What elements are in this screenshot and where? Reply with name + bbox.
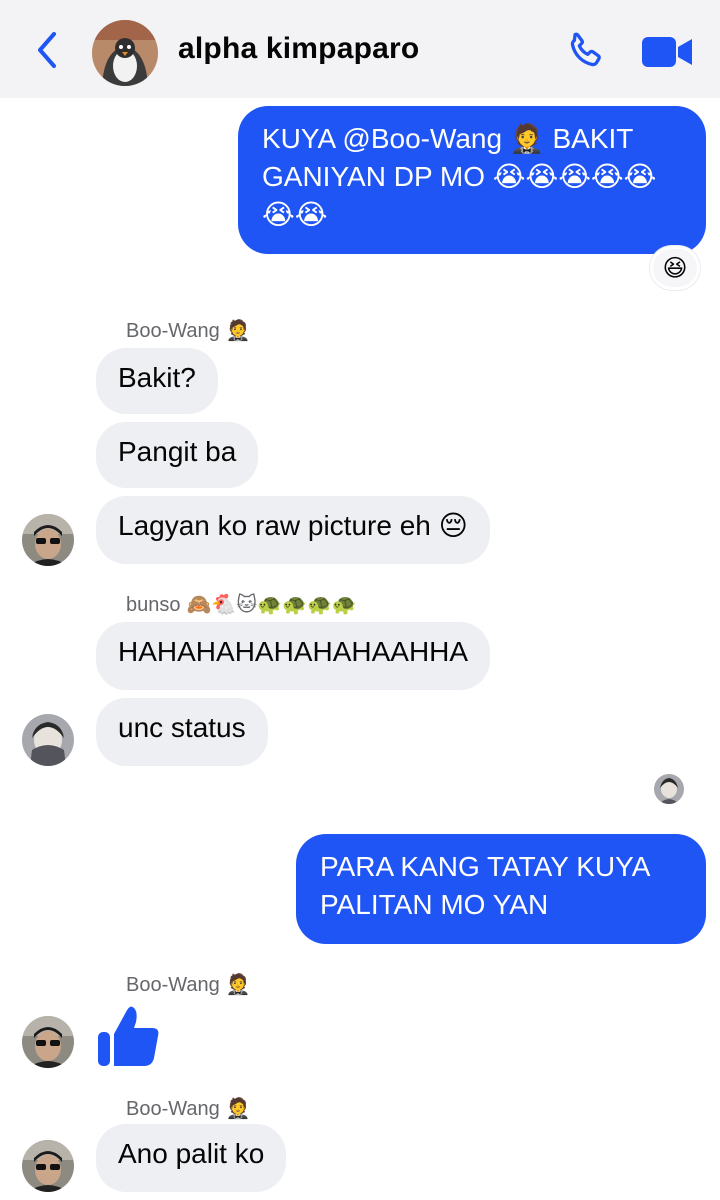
outgoing-message[interactable]: KUYA @Boo-Wang 🤵 BAKIT GANIYAN DP MO 😭😭😭…: [238, 106, 706, 254]
message-text: Pangit ba: [118, 436, 237, 467]
message-text: unc status: [118, 712, 246, 743]
sender-name: bunso: [126, 594, 181, 616]
message-text: PARA KANG TATAY KUYA PALITAN MO YAN: [320, 851, 649, 920]
chevron-left-icon[interactable]: [30, 30, 64, 70]
message-text: Bakit?: [118, 362, 196, 393]
outgoing-message[interactable]: PARA KANG TATAY KUYA PALITAN MO YAN: [296, 834, 706, 944]
message-text: Ano palit ko: [118, 1138, 265, 1169]
phone-icon[interactable]: [563, 30, 607, 74]
incoming-message[interactable]: Lagyan ko raw picture eh 😔: [96, 496, 490, 564]
incoming-message[interactable]: Pangit ba: [96, 422, 259, 488]
message-text: HAHAHAHAHAHAHAAHHA: [118, 636, 469, 667]
contact-avatar[interactable]: [92, 20, 158, 86]
sender-emoji: 🤵: [225, 1096, 251, 1120]
avatar[interactable]: [22, 1016, 74, 1068]
video-camera-icon[interactable]: [640, 33, 694, 71]
seen-avatar: [654, 774, 684, 804]
sender-label: bunso 🙈🐔🐱🐢🐢🐢🐢: [126, 592, 357, 617]
laughing-face-icon: 😆: [662, 254, 688, 282]
avatar[interactable]: [22, 1140, 74, 1192]
incoming-message[interactable]: Bakit?: [96, 348, 218, 414]
chat-header: alpha kimpaparo: [0, 0, 720, 98]
incoming-message[interactable]: Ano palit ko: [96, 1124, 287, 1192]
reaction-badge[interactable]: 😆: [650, 246, 700, 290]
avatar[interactable]: [22, 514, 74, 566]
incoming-message[interactable]: unc status: [96, 698, 268, 766]
sender-label: Boo-Wang 🤵: [126, 1096, 251, 1121]
incoming-message[interactable]: HAHAHAHAHAHAHAAHHA: [96, 622, 491, 690]
sender-emoji: 🤵: [225, 972, 251, 996]
contact-name[interactable]: alpha kimpaparo: [178, 32, 419, 66]
sender-name: Boo-Wang: [126, 974, 220, 996]
sender-emoji: 🤵: [225, 318, 251, 342]
sender-emoji: 🙈🐔🐱🐢🐢🐢🐢: [186, 592, 357, 616]
message-text: Lagyan ko raw picture eh 😔: [118, 510, 468, 541]
message-text: KUYA @Boo-Wang 🤵 BAKIT GANIYAN DP MO 😭😭😭…: [262, 123, 657, 230]
sender-label: Boo-Wang 🤵: [126, 318, 251, 343]
sender-name: Boo-Wang: [126, 320, 220, 342]
avatar[interactable]: [22, 714, 74, 766]
thumbs-up-icon[interactable]: [96, 1002, 162, 1068]
sender-name: Boo-Wang: [126, 1098, 220, 1120]
sender-label: Boo-Wang 🤵: [126, 972, 251, 997]
